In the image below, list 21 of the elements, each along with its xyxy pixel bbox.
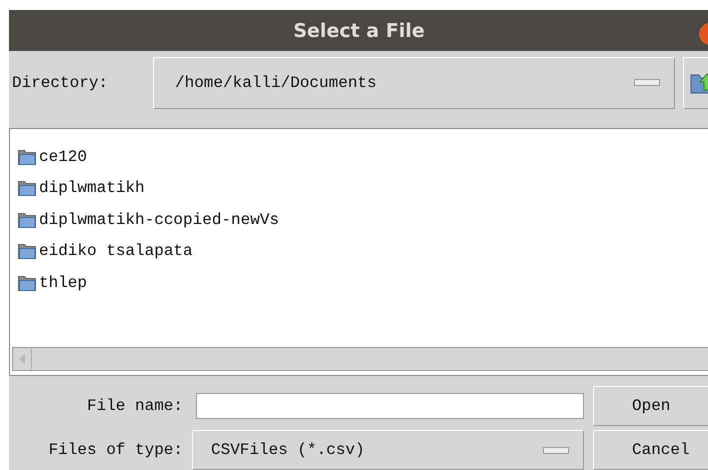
window-title: Select a File <box>293 20 425 42</box>
file-type-dropdown[interactable]: CSVFiles (*.csv) <box>192 430 584 470</box>
folder-icon <box>18 180 36 196</box>
horizontal-scrollbar[interactable] <box>12 347 708 371</box>
folder-item[interactable]: thlep <box>18 267 708 298</box>
directory-dropdown[interactable]: /home/kalli/Documents <box>153 56 675 108</box>
folder-item[interactable]: ce120 <box>18 141 708 172</box>
folder-icon <box>18 243 36 260</box>
scroll-left-icon[interactable] <box>17 353 27 365</box>
file-name-label: File name: <box>86 397 184 415</box>
folder-item[interactable]: diplwmatikh-ccopied-newVs <box>18 204 708 236</box>
directory-label: Directory: <box>11 74 110 92</box>
file-type-label: Files of type: <box>48 441 184 459</box>
folder-icon <box>18 148 36 165</box>
file-name-field[interactable] <box>196 393 584 419</box>
cancel-button[interactable]: Cancel <box>593 430 708 470</box>
folder-icon <box>18 274 36 291</box>
folder-item[interactable]: diplwmatikh <box>18 172 708 204</box>
open-button[interactable]: Open <box>593 386 708 426</box>
folder-item[interactable]: eidiko tsalapata <box>18 236 708 267</box>
folder-icon <box>18 212 36 228</box>
